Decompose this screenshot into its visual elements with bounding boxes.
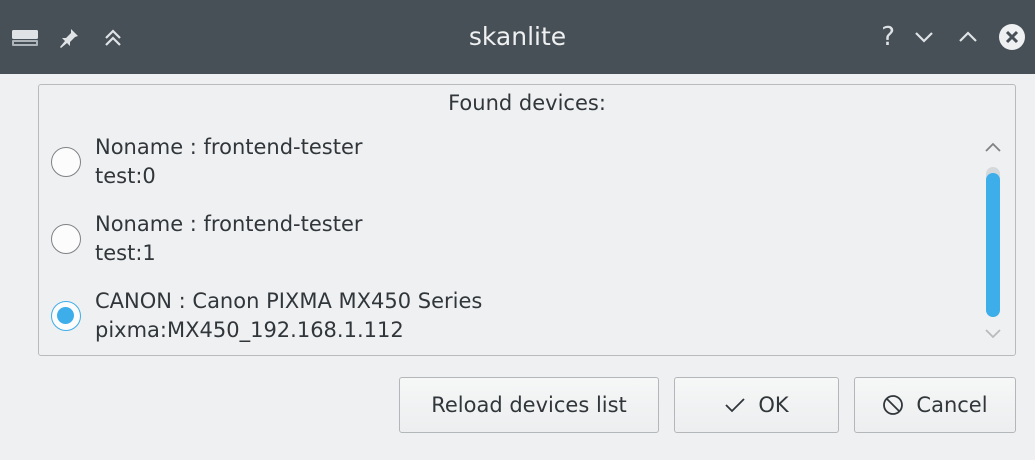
help-button[interactable]: ? <box>881 22 895 52</box>
chevron-up-icon <box>959 31 977 42</box>
chevron-down-icon <box>985 329 1001 339</box>
radio-button[interactable] <box>51 224 81 254</box>
device-label: Noname : frontend-tester test:1 <box>95 210 363 268</box>
reload-devices-button[interactable]: Reload devices list <box>399 377 659 433</box>
scroll-up-button[interactable] <box>981 135 1005 159</box>
cancel-label: Cancel <box>916 393 988 417</box>
device-name: Noname : frontend-tester <box>95 212 363 236</box>
device-id: test:0 <box>95 164 156 188</box>
checkmark-icon <box>724 396 746 414</box>
skanlite-window: skanlite ? Found devices: Noname: front… <box>0 0 1035 460</box>
radio-button[interactable] <box>51 147 81 177</box>
close-circle-icon <box>999 24 1025 50</box>
cancel-icon <box>882 394 904 416</box>
device-id: test:1 <box>95 241 156 265</box>
device-name: CANON : Canon PIXMA MX450 Series <box>95 289 483 313</box>
radio-button-selected[interactable] <box>51 301 81 331</box>
found-devices-title: Found devices: <box>448 91 606 115</box>
title-bar[interactable]: skanlite ? <box>0 0 1035 74</box>
device-id: pixma:MX450_192.168.1.112 <box>95 318 404 342</box>
maximize-button[interactable] <box>953 22 983 52</box>
vertical-scrollbar[interactable] <box>981 135 1005 345</box>
chevron-down-icon <box>915 32 933 43</box>
device-name: Noname : frontend-tester <box>95 135 363 159</box>
found-devices-group: Found devices: Noname : frontend-tester … <box>38 84 1016 356</box>
device-list: Noname : frontend-tester test:0 Noname :… <box>51 130 971 350</box>
scroll-track[interactable] <box>986 167 1000 317</box>
minimize-button[interactable] <box>909 22 939 52</box>
chevron-up-icon <box>985 142 1001 152</box>
scroll-down-button[interactable] <box>981 321 1005 345</box>
device-label: Noname : frontend-tester test:0 <box>95 133 363 191</box>
device-option-canon-mx450[interactable]: CANON : Canon PIXMA MX450 Series pixma:M… <box>51 284 951 348</box>
title-bar-right-controls: ? <box>881 19 1027 55</box>
device-label: CANON : Canon PIXMA MX450 Series pixma:M… <box>95 287 482 345</box>
scroll-thumb[interactable] <box>986 173 1000 317</box>
window-title: skanlite <box>468 22 567 51</box>
cancel-button[interactable]: Cancel <box>854 377 1016 433</box>
device-option-test1[interactable]: Noname : frontend-tester test:1 <box>51 207 951 271</box>
ok-button[interactable]: OK <box>674 377 839 433</box>
ok-label: OK <box>758 393 789 417</box>
close-button[interactable] <box>997 22 1027 52</box>
device-option-test0[interactable]: Noname : frontend-tester test:0 <box>51 130 951 194</box>
reload-devices-label: Reload devices list <box>431 393 627 417</box>
